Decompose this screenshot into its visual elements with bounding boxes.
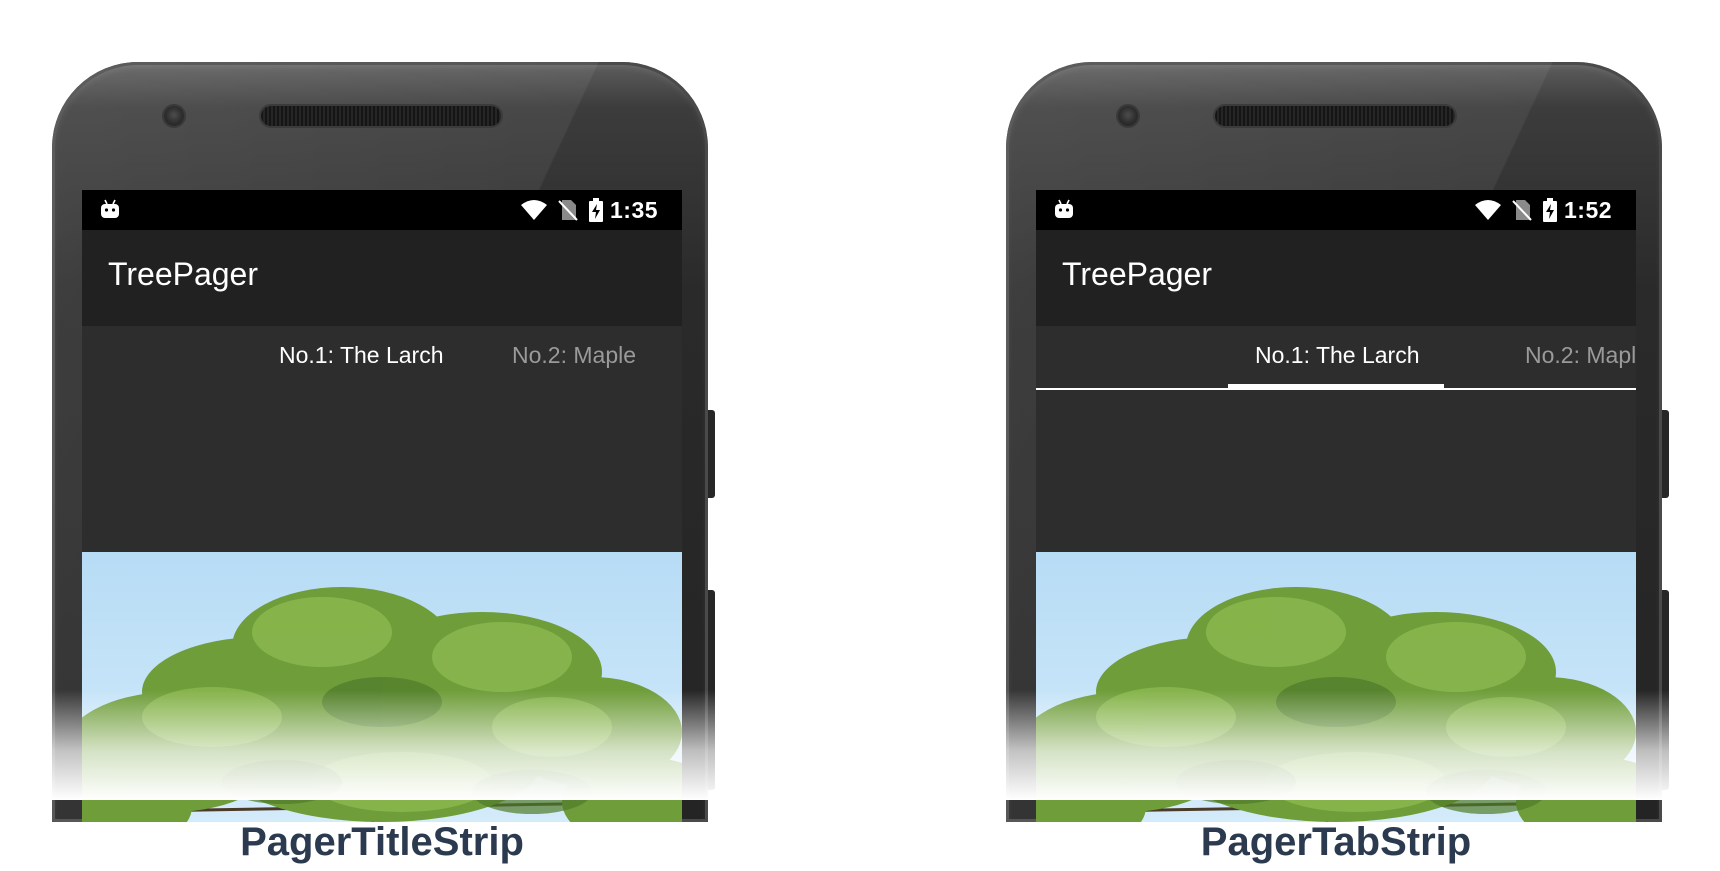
strip-title-next[interactable]: No.2: Maple	[512, 342, 636, 369]
app-title: TreePager	[1062, 256, 1212, 292]
wifi-icon	[521, 200, 547, 220]
pager-tab-strip-example: 1:52 TreePager No.1: The Larch No.2: Map…	[996, 0, 1676, 871]
phone-frame: 1:52 TreePager No.1: The Larch No.2: Map…	[1006, 62, 1662, 822]
app-title: TreePager	[108, 256, 258, 292]
status-bar: 1:52	[1036, 190, 1636, 230]
front-camera	[164, 106, 184, 126]
earpiece-speaker	[261, 106, 501, 126]
phone-screen: 1:52 TreePager No.1: The Larch No.2: Map…	[1036, 190, 1636, 822]
page-content	[82, 398, 682, 822]
app-bar: TreePager	[1036, 230, 1636, 326]
android-debug-icon	[101, 199, 119, 218]
battery-charging-icon	[1543, 198, 1557, 222]
phone-screen: 1:35 TreePager No.1: The Larch No.2: Map…	[82, 190, 682, 822]
pager-title-strip[interactable]: No.1: The Larch No.2: Maple	[82, 326, 682, 398]
battery-charging-icon	[589, 198, 603, 222]
status-time: 1:35	[610, 197, 659, 223]
tab-next[interactable]: No.2: Maple	[1525, 342, 1636, 369]
page-content	[1036, 398, 1636, 822]
tab-indicator	[1228, 384, 1444, 390]
caption-pager-title-strip: PagerTitleStrip	[240, 820, 524, 864]
phone-frame: 1:35 TreePager No.1: The Larch No.2: Map…	[52, 62, 708, 822]
wifi-icon	[1475, 200, 1501, 220]
android-debug-icon	[1055, 199, 1073, 218]
caption-pager-tab-strip: PagerTabStrip	[1200, 820, 1472, 864]
no-sim-icon	[558, 200, 578, 221]
status-bar: 1:35	[82, 190, 682, 230]
front-camera	[1118, 106, 1138, 126]
no-sim-icon	[1512, 200, 1532, 221]
strip-title-current[interactable]: No.1: The Larch	[279, 342, 444, 369]
pager-title-strip-example: 1:35 TreePager No.1: The Larch No.2: Map…	[42, 0, 722, 871]
pager-tab-strip[interactable]: No.1: The Larch No.2: Maple	[1036, 326, 1636, 398]
status-time: 1:52	[1564, 197, 1613, 223]
tab-current[interactable]: No.1: The Larch	[1255, 342, 1420, 369]
earpiece-speaker	[1215, 106, 1455, 126]
app-bar: TreePager	[82, 230, 682, 326]
larch-tree-image	[82, 552, 682, 822]
larch-tree-image	[1036, 552, 1636, 822]
